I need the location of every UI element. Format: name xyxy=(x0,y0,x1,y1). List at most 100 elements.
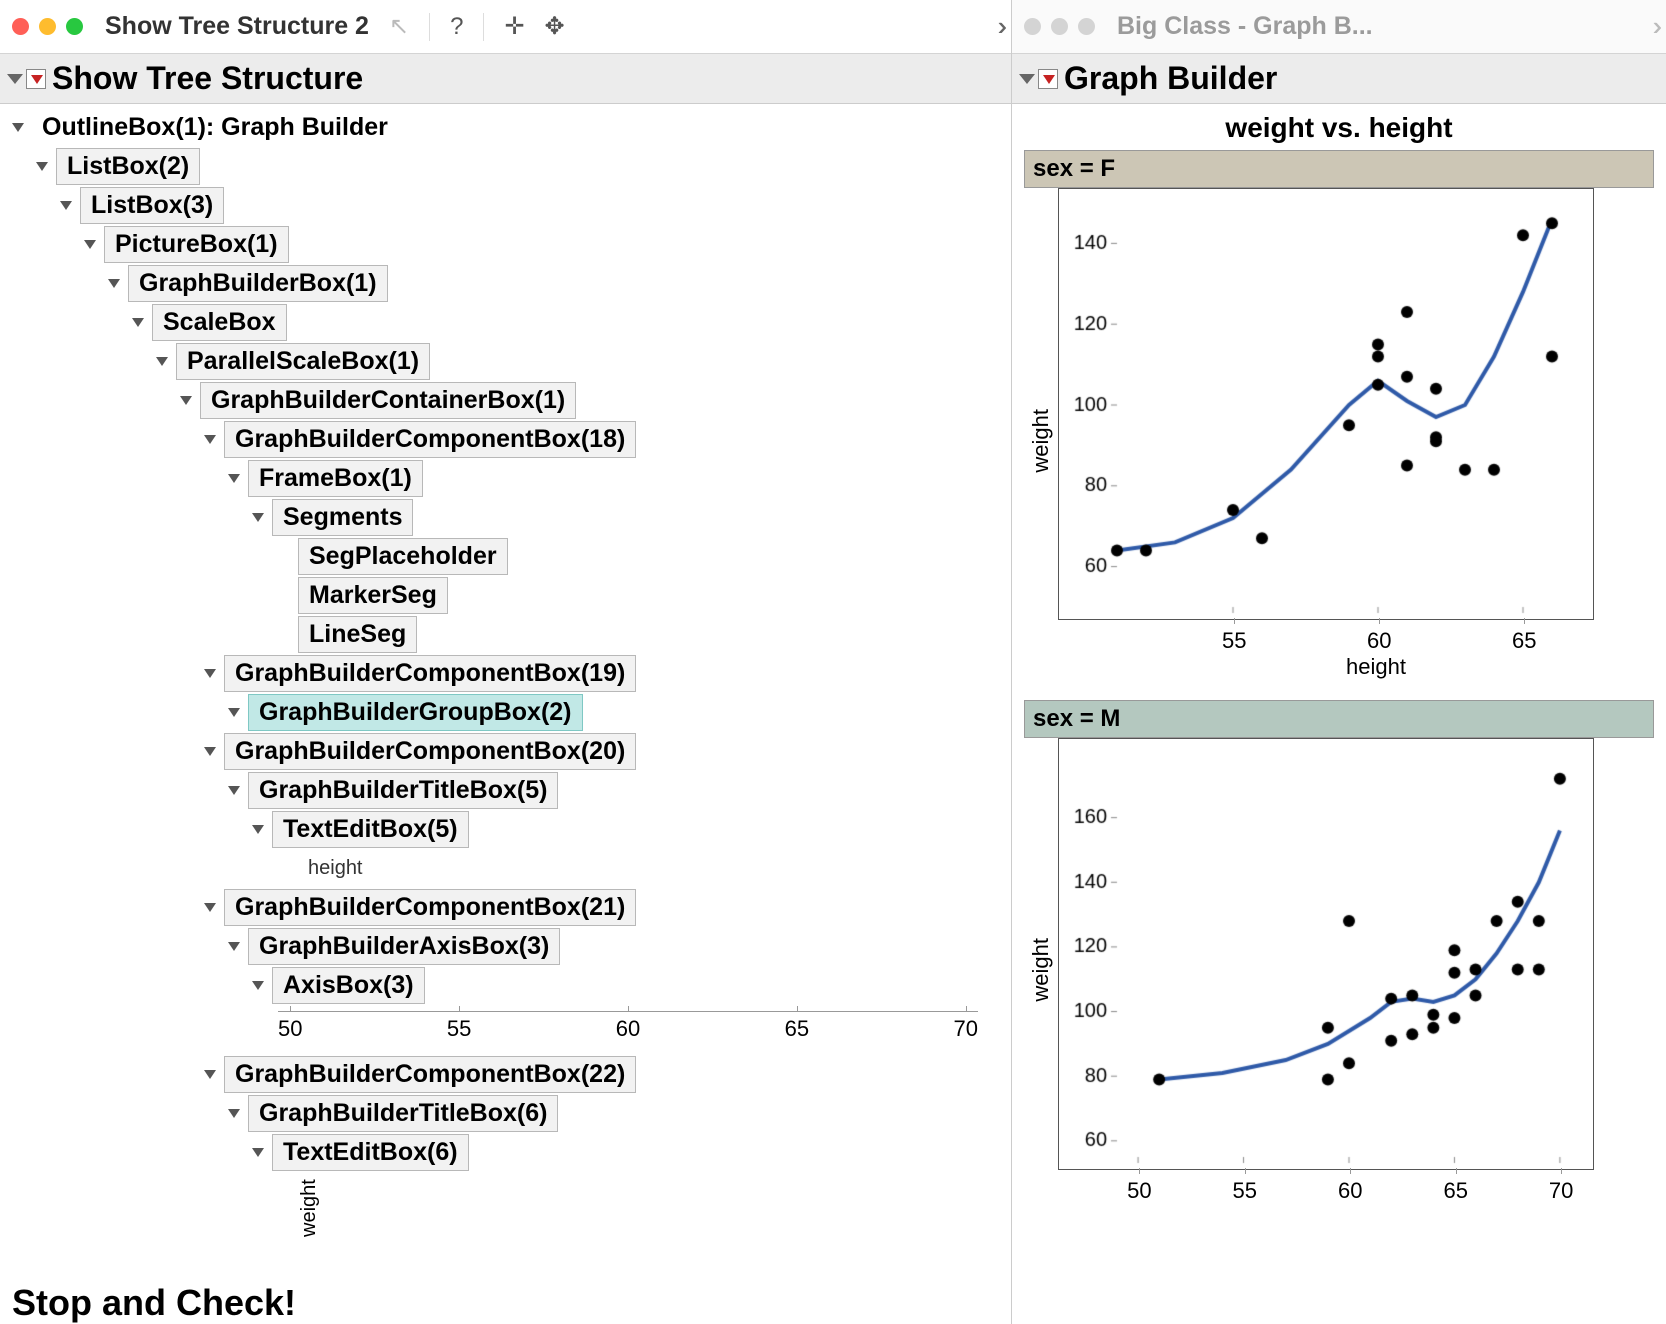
scatter-chart-f[interactable] xyxy=(1058,188,1594,620)
tree-row[interactable]: GraphBuilderComponentBox(18) xyxy=(8,420,1011,459)
disclosure-icon[interactable] xyxy=(180,396,192,405)
tree-node-label[interactable]: GraphBuilderTitleBox(5) xyxy=(248,772,558,809)
tree-node-label[interactable]: TextEditBox(6) xyxy=(272,1134,469,1171)
tree-node-label[interactable]: PictureBox(1) xyxy=(104,226,289,263)
tree-row[interactable]: GraphBuilderTitleBox(5) xyxy=(8,771,1011,810)
tree-node-label[interactable]: GraphBuilderGroupBox(2) xyxy=(248,694,583,731)
tree-row[interactable]: Segments xyxy=(8,498,1011,537)
tree-node-label[interactable]: GraphBuilderBox(1) xyxy=(128,265,388,302)
disclosure-icon[interactable] xyxy=(252,513,264,522)
tree-row[interactable]: ScaleBox xyxy=(8,303,1011,342)
disclosure-icon[interactable] xyxy=(252,825,264,834)
tree-row[interactable]: ParallelScaleBox(1) xyxy=(8,342,1011,381)
group-label-m[interactable]: sex = M xyxy=(1024,700,1654,738)
disclosure-icon[interactable] xyxy=(204,1070,216,1079)
disclosure-icon[interactable] xyxy=(7,74,23,84)
tree-node-label[interactable]: height xyxy=(298,854,373,883)
disclosure-icon[interactable] xyxy=(204,435,216,444)
disclosure-icon[interactable] xyxy=(132,318,144,327)
axis-tick: 55 xyxy=(447,1016,471,1042)
red-triangle-menu-icon[interactable] xyxy=(26,69,46,89)
tree-node-label[interactable]: ScaleBox xyxy=(152,304,287,341)
tree-row[interactable]: GraphBuilderContainerBox(1) xyxy=(8,381,1011,420)
tree-node-label[interactable]: weight xyxy=(298,1177,321,1237)
tree-node-label[interactable]: GraphBuilderComponentBox(20) xyxy=(224,733,636,770)
disclosure-icon[interactable] xyxy=(60,201,72,210)
tree-row[interactable]: ListBox(3) xyxy=(8,186,1011,225)
tree-row[interactable]: GraphBuilderBox(1) xyxy=(8,264,1011,303)
disclosure-icon[interactable] xyxy=(228,786,240,795)
tree-node-label[interactable]: GraphBuilderComponentBox(21) xyxy=(224,889,636,926)
tree-node-label[interactable]: GraphBuilderComponentBox(18) xyxy=(224,421,636,458)
disclosure-icon[interactable] xyxy=(204,669,216,678)
disclosure-icon[interactable] xyxy=(12,123,24,132)
disclosure-icon[interactable] xyxy=(252,981,264,990)
tree-node-label[interactable]: LineSeg xyxy=(298,616,417,653)
disclosure-icon[interactable] xyxy=(156,357,168,366)
pointer-icon[interactable]: ↖ xyxy=(389,12,409,41)
tree-node-label[interactable]: AxisBox(3) xyxy=(272,967,425,1004)
zoom-window-icon[interactable] xyxy=(1078,18,1095,35)
scatter-chart-m[interactable] xyxy=(1058,738,1594,1170)
tree-row[interactable]: FrameBox(1) xyxy=(8,459,1011,498)
arrange-icon[interactable]: ✛ xyxy=(504,12,524,41)
disclosure-icon[interactable] xyxy=(228,474,240,483)
disclosure-icon[interactable] xyxy=(108,279,120,288)
group-label-f[interactable]: sex = F xyxy=(1024,150,1654,188)
move-icon[interactable]: ✥ xyxy=(545,12,565,41)
minimize-window-icon[interactable] xyxy=(1051,18,1068,35)
tree-node-label[interactable]: GraphBuilderComponentBox(19) xyxy=(224,655,636,692)
tree-row[interactable]: ListBox(2) xyxy=(8,147,1011,186)
tree-node-label[interactable]: ParallelScaleBox(1) xyxy=(176,343,430,380)
tree-row[interactable]: TextEditBox(5) xyxy=(8,810,1011,849)
tree-node-label[interactable]: GraphBuilderAxisBox(3) xyxy=(248,928,560,965)
overflow-icon[interactable]: ›› xyxy=(998,11,999,42)
tree-structure[interactable]: OutlineBox(1): Graph BuilderListBox(2)Li… xyxy=(0,104,1011,1282)
tree-node-label[interactable]: ListBox(2) xyxy=(56,148,200,185)
minimize-window-icon[interactable] xyxy=(39,18,56,35)
disclosure-icon[interactable] xyxy=(204,747,216,756)
tree-row[interactable]: GraphBuilderTitleBox(6) xyxy=(8,1094,1011,1133)
tree-row[interactable]: SegPlaceholder xyxy=(8,537,1011,576)
tree-row[interactable]: GraphBuilderComponentBox(19) xyxy=(8,654,1011,693)
tree-node-label[interactable]: MarkerSeg xyxy=(298,577,448,614)
disclosure-icon[interactable] xyxy=(1019,74,1035,84)
tree-row[interactable]: height xyxy=(8,849,1011,888)
tree-node-label[interactable]: FrameBox(1) xyxy=(248,460,423,497)
tree-node-label[interactable]: GraphBuilderTitleBox(6) xyxy=(248,1095,558,1132)
disclosure-icon[interactable] xyxy=(204,903,216,912)
axis-tick: 60 xyxy=(1338,1178,1362,1204)
tree-node-label[interactable]: SegPlaceholder xyxy=(298,538,508,575)
disclosure-icon[interactable] xyxy=(36,162,48,171)
tree-node-label[interactable]: OutlineBox(1): Graph Builder xyxy=(32,110,398,145)
disclosure-icon[interactable] xyxy=(228,942,240,951)
overflow-icon[interactable]: ›› xyxy=(1653,11,1654,42)
tree-row[interactable]: GraphBuilderComponentBox(20) xyxy=(8,732,1011,771)
help-icon[interactable]: ? xyxy=(450,13,463,41)
tree-row[interactable]: TextEditBox(6) xyxy=(8,1133,1011,1172)
tree-node-label[interactable]: Segments xyxy=(272,499,413,536)
tree-row[interactable]: GraphBuilderAxisBox(3) xyxy=(8,927,1011,966)
disclosure-icon[interactable] xyxy=(252,1148,264,1157)
tree-row[interactable]: weight xyxy=(8,1172,1011,1242)
zoom-window-icon[interactable] xyxy=(66,18,83,35)
tree-row[interactable]: GraphBuilderGroupBox(2) xyxy=(8,693,1011,732)
tree-row[interactable]: MarkerSeg xyxy=(8,576,1011,615)
tree-row[interactable]: LineSeg xyxy=(8,615,1011,654)
tree-row[interactable]: GraphBuilderComponentBox(21) xyxy=(8,888,1011,927)
red-triangle-menu-icon[interactable] xyxy=(1038,69,1058,89)
disclosure-icon[interactable] xyxy=(84,240,96,249)
tree-node-label[interactable]: GraphBuilderComponentBox(22) xyxy=(224,1056,636,1093)
tree-row[interactable]: PictureBox(1) xyxy=(8,225,1011,264)
tree-row[interactable]: OutlineBox(1): Graph Builder xyxy=(8,108,1011,147)
tree-node-label[interactable]: GraphBuilderContainerBox(1) xyxy=(200,382,576,419)
tree-node-label[interactable]: TextEditBox(5) xyxy=(272,811,469,848)
tree-node-label[interactable]: ListBox(3) xyxy=(80,187,224,224)
tree-row[interactable]: 5055606570 xyxy=(8,1005,1011,1055)
tree-row[interactable]: AxisBox(3) xyxy=(8,966,1011,1005)
disclosure-icon[interactable] xyxy=(228,708,240,717)
tree-row[interactable]: GraphBuilderComponentBox(22) xyxy=(8,1055,1011,1094)
close-window-icon[interactable] xyxy=(12,18,29,35)
close-window-icon[interactable] xyxy=(1024,18,1041,35)
disclosure-icon[interactable] xyxy=(228,1109,240,1118)
